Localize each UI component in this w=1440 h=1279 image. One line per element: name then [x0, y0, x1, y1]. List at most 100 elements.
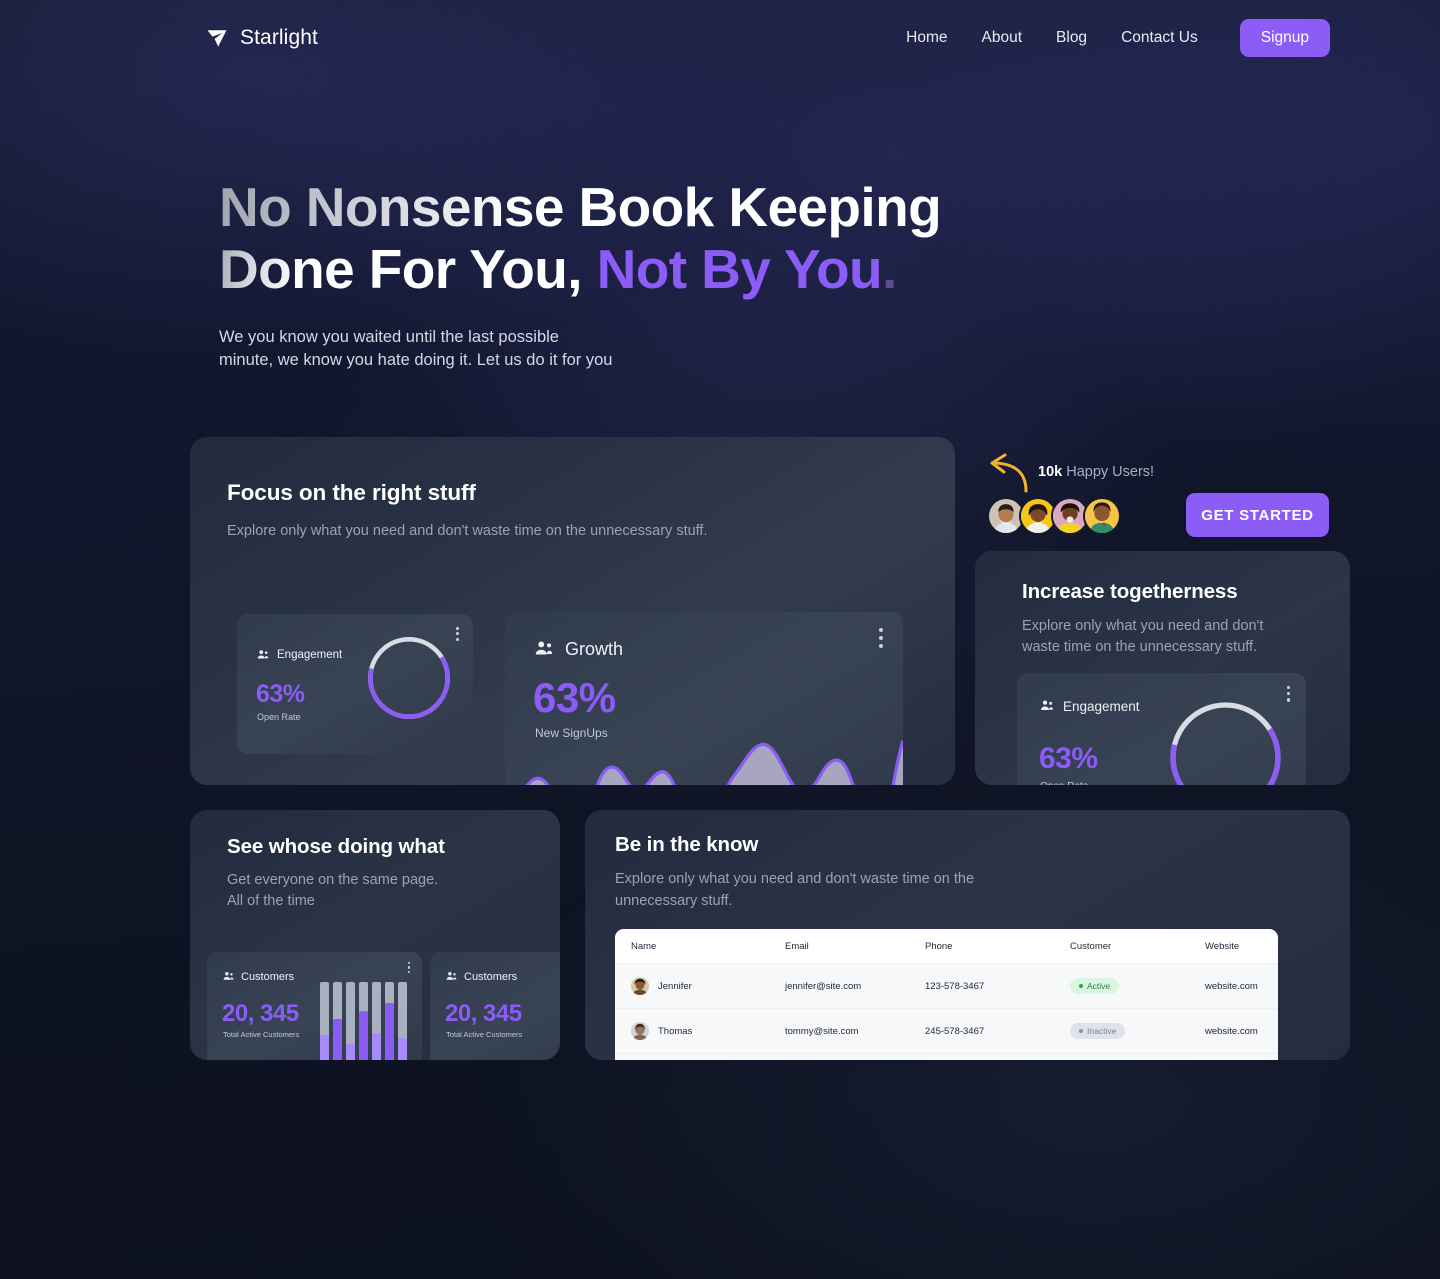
- engagement-donut-chart-2: [1170, 702, 1281, 785]
- cell-email: tommy@site.com: [785, 1008, 925, 1054]
- widget-engagement-header: Engagement: [256, 648, 342, 662]
- widget-customers-secondary[interactable]: Customers 20, 345 Total Active Customers: [430, 952, 560, 1060]
- hero-headline-line2: Done For You, Not By You.: [219, 238, 941, 300]
- card-who-description: Get everyone on the same page. All of th…: [227, 872, 439, 909]
- widget-engagement-large[interactable]: Engagement 63% Open Rate: [1017, 673, 1306, 785]
- customers-bar-chart: [320, 982, 412, 1060]
- happy-users-text: Happy Users!: [1062, 464, 1155, 480]
- more-vertical-icon[interactable]: [407, 962, 410, 974]
- table-row[interactable]: Thomas tommy@site.com 245-578-3467 Inact…: [615, 1008, 1278, 1054]
- widget-customers2-caption: Total Active Customers: [446, 1030, 523, 1039]
- widget-engagement2-value: 63%: [1039, 742, 1098, 775]
- card-focus-on-right-stuff: Focus on the right stuff Explore only wh…: [190, 437, 955, 785]
- get-started-button[interactable]: GET STARTED: [1186, 493, 1329, 537]
- cell-phone: 243-58-3467: [925, 1053, 1070, 1060]
- people-icon: [446, 972, 457, 980]
- card-know-title: Be in the know: [615, 833, 759, 856]
- hero-headline-line1: No Nonsense Book Keeping: [219, 176, 942, 238]
- card-see-whose-doing-what: See whose doing what Get everyone on the…: [190, 810, 560, 1060]
- signup-button[interactable]: Signup: [1239, 19, 1330, 57]
- cell-website: website.com: [1205, 963, 1278, 1009]
- status-badge: Active: [1070, 978, 1120, 994]
- widget-customers2-value: 20, 345: [445, 1000, 522, 1027]
- column-header-name[interactable]: Name: [615, 929, 785, 964]
- bar-2: [333, 982, 342, 1060]
- cell-customer-status: Active: [1070, 963, 1205, 1009]
- more-vertical-icon[interactable]: [456, 627, 459, 641]
- bar-6: [385, 982, 394, 1060]
- main-navigation: Home About Blog Contact Us Signup: [906, 19, 1330, 57]
- people-icon: [223, 972, 234, 980]
- bar-3: [346, 982, 355, 1060]
- hero-subtitle: We you know you waited until the last po…: [219, 326, 941, 372]
- nav-item-blog[interactable]: Blog: [1056, 29, 1087, 47]
- status-badge-label: Active: [1087, 981, 1111, 991]
- cell-website: website.com: [1205, 1008, 1278, 1054]
- bar-1: [320, 982, 329, 1060]
- nav-item-contact-us[interactable]: Contact Us: [1121, 29, 1198, 47]
- cell-website: website.com: [1205, 1053, 1278, 1060]
- people-icon: [535, 641, 553, 655]
- column-header-customer[interactable]: Customer: [1070, 929, 1205, 964]
- widget-engagement2-header: Engagement: [1039, 698, 1140, 714]
- widget-customers2-header: Customers: [445, 970, 517, 983]
- card-be-in-the-know: Be in the know Explore only what you nee…: [585, 810, 1350, 1060]
- cell-phone: 245-578-3467: [925, 1008, 1070, 1054]
- card-focus-description: Explore only what you need and don't was…: [227, 523, 708, 539]
- widget-growth-header: Growth: [533, 638, 623, 660]
- status-badge-label: Inactive: [1087, 1026, 1117, 1036]
- table-row[interactable]: Jennifer jennifer@site.com 123-578-3467 …: [615, 963, 1278, 1009]
- card-know-description: Explore only what you need and don't was…: [615, 871, 975, 909]
- brand-name: Starlight: [240, 26, 318, 49]
- card-focus-title: Focus on the right stuff: [227, 480, 476, 505]
- hero-section: No Nonsense Book Keeping Done For You, N…: [219, 176, 942, 372]
- widget-engagement-small[interactable]: Engagement 63% Open Rate: [237, 614, 473, 754]
- widget-customers-primary[interactable]: Customers 20, 345 Total Active Customers: [207, 952, 422, 1060]
- avatar-group: [987, 497, 1121, 535]
- widget-engagement2-label: Engagement: [1063, 698, 1140, 714]
- cell-email: jennifer@site.com: [785, 963, 925, 1009]
- hero-headline-accent: Not By You: [581, 238, 883, 300]
- cell-phone: 123-578-3467: [925, 963, 1070, 1009]
- row-name-text: Jennifer: [658, 980, 692, 992]
- hero-headline-for-you: For You,: [368, 238, 583, 300]
- table-header: Name Email Phone Customer Website: [615, 929, 1278, 964]
- cell-email: lilia@site.com: [785, 1053, 925, 1060]
- status-badge: Inactive: [1070, 1023, 1126, 1039]
- table-row[interactable]: Lilia lilia@site.com 243-58-3467 Active …: [615, 1053, 1278, 1060]
- nav-item-home[interactable]: Home: [906, 29, 947, 47]
- column-header-email[interactable]: Email: [785, 929, 925, 964]
- widget-growth-value: 63%: [533, 674, 616, 721]
- card-togetherness-title: Increase togetherness: [1022, 580, 1238, 603]
- widget-customers1-header: Customers: [222, 970, 294, 983]
- page-title: No Nonsense Book Keeping Done For You, N…: [219, 176, 942, 300]
- widget-engagement-value: 63%: [256, 680, 305, 708]
- happy-users-cta: 10k Happy Users! GET STARTED: [980, 450, 1350, 542]
- bar-5: [372, 982, 381, 1060]
- avatar: [1083, 497, 1121, 535]
- brand-logo[interactable]: Starlight: [205, 26, 318, 50]
- table-body: Jennifer jennifer@site.com 123-578-3467 …: [615, 963, 1278, 1060]
- column-header-website[interactable]: Website: [1205, 929, 1278, 964]
- widget-engagement-caption: Open Rate: [257, 712, 301, 722]
- card-togetherness-description: Explore only what you need and don't was…: [1022, 618, 1264, 655]
- widget-engagement-label: Engagement: [277, 649, 343, 661]
- cell-name: Lilia: [615, 1053, 785, 1060]
- table-header-row: Name Email Phone Customer Website: [615, 929, 1278, 964]
- widget-engagement2-caption: Open Rate: [1040, 781, 1088, 785]
- site-header: Starlight Home About Blog Contact Us Sig…: [0, 0, 1440, 76]
- customers-table: Name Email Phone Customer Website Jennif…: [615, 929, 1278, 1060]
- column-header-phone[interactable]: Phone: [925, 929, 1070, 964]
- hero-subtitle-line1: We you know you waited until the last po…: [219, 328, 559, 346]
- bar-4: [359, 982, 368, 1060]
- customers-table-element: Name Email Phone Customer Website Jennif…: [615, 929, 1278, 1060]
- widget-customers1-caption: Total Active Customers: [223, 1030, 300, 1039]
- row-name-text: Thomas: [658, 1025, 693, 1037]
- cell-name: Jennifer: [615, 963, 785, 1009]
- cell-customer-status: Active: [1070, 1053, 1205, 1060]
- widget-growth[interactable]: Growth 63% New SignUps: [505, 612, 903, 785]
- nav-item-about[interactable]: About: [982, 29, 1023, 47]
- cell-customer-status: Inactive: [1070, 1008, 1205, 1054]
- bar-7: [398, 982, 407, 1060]
- more-vertical-icon[interactable]: [879, 628, 883, 648]
